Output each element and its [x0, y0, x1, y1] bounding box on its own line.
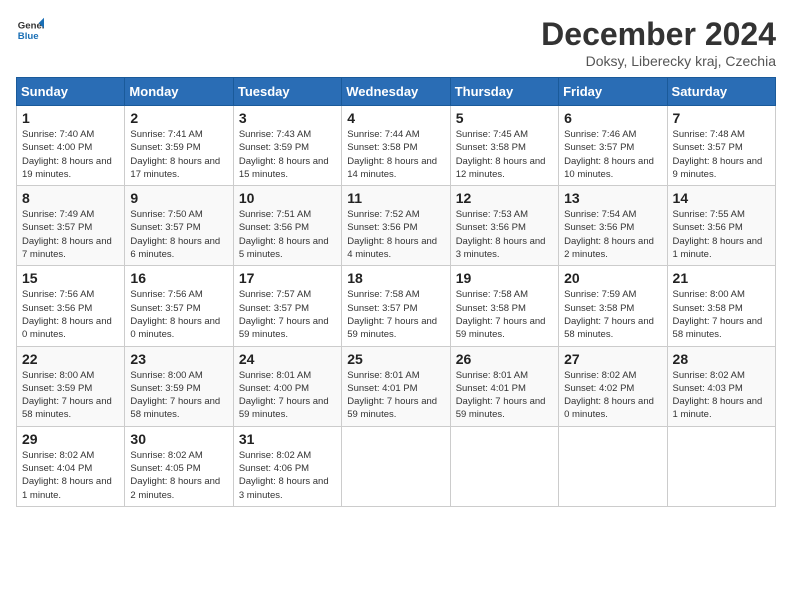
table-row: 23Sunrise: 8:00 AMSunset: 3:59 PMDayligh… — [125, 346, 233, 426]
table-row: 18Sunrise: 7:58 AMSunset: 3:57 PMDayligh… — [342, 266, 450, 346]
table-row: 2Sunrise: 7:41 AMSunset: 3:59 PMDaylight… — [125, 106, 233, 186]
table-row: 24Sunrise: 8:01 AMSunset: 4:00 PMDayligh… — [233, 346, 341, 426]
table-row: 4Sunrise: 7:44 AMSunset: 3:58 PMDaylight… — [342, 106, 450, 186]
title-section: December 2024 Doksy, Liberecky kraj, Cze… — [541, 16, 776, 69]
location-subtitle: Doksy, Liberecky kraj, Czechia — [541, 53, 776, 69]
svg-text:Blue: Blue — [18, 31, 39, 42]
table-row — [450, 426, 558, 506]
table-row: 19Sunrise: 7:58 AMSunset: 3:58 PMDayligh… — [450, 266, 558, 346]
table-row: 15Sunrise: 7:56 AMSunset: 3:56 PMDayligh… — [17, 266, 125, 346]
table-row: 21Sunrise: 8:00 AMSunset: 3:58 PMDayligh… — [667, 266, 775, 346]
table-row: 14Sunrise: 7:55 AMSunset: 3:56 PMDayligh… — [667, 186, 775, 266]
table-row: 11Sunrise: 7:52 AMSunset: 3:56 PMDayligh… — [342, 186, 450, 266]
logo-icon: General Blue — [16, 16, 44, 44]
logo: General Blue — [16, 16, 44, 44]
calendar-week-1: 1Sunrise: 7:40 AMSunset: 4:00 PMDaylight… — [17, 106, 776, 186]
table-row: 17Sunrise: 7:57 AMSunset: 3:57 PMDayligh… — [233, 266, 341, 346]
table-row: 30Sunrise: 8:02 AMSunset: 4:05 PMDayligh… — [125, 426, 233, 506]
col-wednesday: Wednesday — [342, 78, 450, 106]
col-sunday: Sunday — [17, 78, 125, 106]
table-row: 6Sunrise: 7:46 AMSunset: 3:57 PMDaylight… — [559, 106, 667, 186]
calendar-header-row: Sunday Monday Tuesday Wednesday Thursday… — [17, 78, 776, 106]
calendar-week-5: 29Sunrise: 8:02 AMSunset: 4:04 PMDayligh… — [17, 426, 776, 506]
table-row: 13Sunrise: 7:54 AMSunset: 3:56 PMDayligh… — [559, 186, 667, 266]
table-row: 27Sunrise: 8:02 AMSunset: 4:02 PMDayligh… — [559, 346, 667, 426]
table-row: 22Sunrise: 8:00 AMSunset: 3:59 PMDayligh… — [17, 346, 125, 426]
col-thursday: Thursday — [450, 78, 558, 106]
table-row — [559, 426, 667, 506]
col-monday: Monday — [125, 78, 233, 106]
table-row — [667, 426, 775, 506]
table-row: 29Sunrise: 8:02 AMSunset: 4:04 PMDayligh… — [17, 426, 125, 506]
table-row: 20Sunrise: 7:59 AMSunset: 3:58 PMDayligh… — [559, 266, 667, 346]
table-row: 5Sunrise: 7:45 AMSunset: 3:58 PMDaylight… — [450, 106, 558, 186]
table-row: 26Sunrise: 8:01 AMSunset: 4:01 PMDayligh… — [450, 346, 558, 426]
table-row: 28Sunrise: 8:02 AMSunset: 4:03 PMDayligh… — [667, 346, 775, 426]
table-row: 7Sunrise: 7:48 AMSunset: 3:57 PMDaylight… — [667, 106, 775, 186]
col-friday: Friday — [559, 78, 667, 106]
table-row: 25Sunrise: 8:01 AMSunset: 4:01 PMDayligh… — [342, 346, 450, 426]
table-row: 9Sunrise: 7:50 AMSunset: 3:57 PMDaylight… — [125, 186, 233, 266]
col-tuesday: Tuesday — [233, 78, 341, 106]
table-row — [342, 426, 450, 506]
calendar-week-2: 8Sunrise: 7:49 AMSunset: 3:57 PMDaylight… — [17, 186, 776, 266]
table-row: 12Sunrise: 7:53 AMSunset: 3:56 PMDayligh… — [450, 186, 558, 266]
calendar-week-3: 15Sunrise: 7:56 AMSunset: 3:56 PMDayligh… — [17, 266, 776, 346]
table-row: 16Sunrise: 7:56 AMSunset: 3:57 PMDayligh… — [125, 266, 233, 346]
col-saturday: Saturday — [667, 78, 775, 106]
month-title: December 2024 — [541, 16, 776, 53]
table-row: 3Sunrise: 7:43 AMSunset: 3:59 PMDaylight… — [233, 106, 341, 186]
page-header: General Blue December 2024 Doksy, Libere… — [16, 16, 776, 69]
calendar-table: Sunday Monday Tuesday Wednesday Thursday… — [16, 77, 776, 507]
table-row: 1Sunrise: 7:40 AMSunset: 4:00 PMDaylight… — [17, 106, 125, 186]
table-row: 31Sunrise: 8:02 AMSunset: 4:06 PMDayligh… — [233, 426, 341, 506]
table-row: 8Sunrise: 7:49 AMSunset: 3:57 PMDaylight… — [17, 186, 125, 266]
table-row: 10Sunrise: 7:51 AMSunset: 3:56 PMDayligh… — [233, 186, 341, 266]
calendar-week-4: 22Sunrise: 8:00 AMSunset: 3:59 PMDayligh… — [17, 346, 776, 426]
